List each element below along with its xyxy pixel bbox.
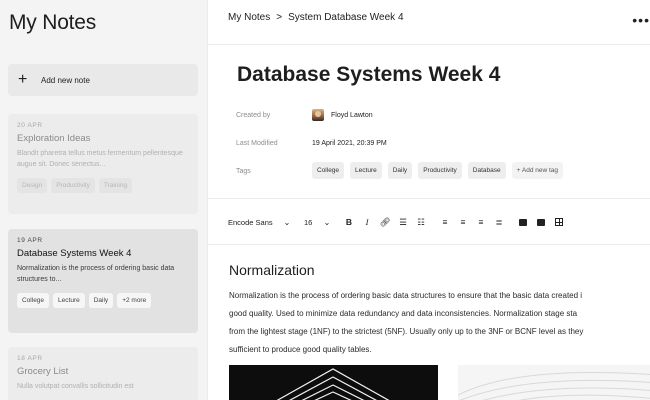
format-toolbar: Encode Sans ⌄ 16 ⌄ B I 🔗︎ ☰ ☷ ≡ ≡ ≡ ≣ — [228, 214, 572, 230]
breadcrumb-current: System Database Week 4 — [288, 12, 404, 23]
align-right-icon[interactable]: ≡ — [476, 215, 486, 229]
more-options-icon[interactable]: ••• — [632, 12, 650, 28]
sidebar: My Notes + Add new note 20 APR Explorati… — [0, 0, 208, 400]
page-title[interactable]: Database Systems Week 4 — [237, 63, 500, 87]
table-icon[interactable] — [554, 215, 564, 229]
note-tags: College Lecture Daily +2 more — [17, 293, 189, 308]
font-family-select[interactable]: Encode Sans — [228, 215, 280, 229]
add-note-button[interactable]: + Add new note — [8, 64, 198, 96]
note-excerpt: Normalization is the process of ordering… — [17, 265, 175, 283]
note-card-active[interactable]: 19 APR Database Systems Week 4 Normaliza… — [8, 229, 198, 333]
last-modified-label: Last Modified — [236, 140, 278, 147]
note-tag[interactable]: Lecture — [53, 293, 85, 308]
tag-chip[interactable]: Lecture — [350, 162, 382, 179]
tag-chip[interactable]: Database — [467, 162, 506, 179]
divider — [208, 198, 650, 199]
note-date: 18 APR — [17, 355, 43, 362]
note-tag[interactable]: Productivity — [51, 178, 95, 193]
author-name: Floyd Lawton — [331, 111, 373, 119]
justify-icon[interactable]: ≣ — [494, 215, 504, 229]
numbered-list-icon[interactable]: ☷ — [416, 215, 426, 229]
note-editor: My Notes > System Database Week 4 ••• Da… — [208, 0, 650, 400]
paragraph-line: from the lightest stage (1NF) to the str… — [229, 327, 584, 336]
chevron-down-icon[interactable]: ⌄ — [280, 215, 294, 229]
created-by-label: Created by — [236, 112, 271, 119]
italic-icon[interactable]: I — [362, 215, 372, 229]
image-icon[interactable] — [518, 215, 528, 229]
add-note-label: Add new note — [41, 75, 90, 85]
bullet-list-icon[interactable]: ☰ — [398, 215, 408, 229]
breadcrumb: My Notes > System Database Week 4 — [228, 12, 404, 23]
note-tag[interactable]: College — [17, 293, 50, 308]
align-left-icon[interactable]: ≡ — [440, 215, 450, 229]
align-center-icon[interactable]: ≡ — [458, 215, 468, 229]
note-date: 19 APR — [17, 237, 43, 244]
embedded-image-dark[interactable] — [229, 365, 438, 400]
tag-chip[interactable]: Productivity — [418, 162, 462, 179]
divider — [208, 44, 650, 45]
chevron-down-icon[interactable]: ⌄ — [320, 215, 334, 229]
font-size-select[interactable]: 16 — [304, 215, 320, 229]
embedded-image-light[interactable] — [458, 365, 650, 400]
note-title: Database Systems Week 4 — [17, 248, 132, 259]
sidebar-title: My Notes — [9, 11, 97, 34]
note-tags: Design Productivity Training — [17, 178, 189, 193]
note-title: Grocery List — [17, 366, 69, 377]
body-paragraph[interactable]: Normalization is the process of ordering… — [229, 287, 650, 359]
note-excerpt: Blandit pharetra tellus metus fermentum … — [17, 150, 183, 168]
note-card[interactable]: 20 APR Exploration Ideas Blandit pharetr… — [8, 114, 198, 214]
link-icon[interactable]: 🔗︎ — [380, 215, 391, 229]
note-date: 20 APR — [17, 122, 43, 129]
note-tag[interactable]: Design — [17, 178, 48, 193]
section-heading[interactable]: Normalization — [229, 262, 315, 278]
paragraph-line: Normalization is the process of ordering… — [229, 291, 583, 300]
created-by-value: Floyd Lawton — [312, 109, 373, 121]
add-tag-button[interactable]: + Add new tag — [511, 162, 564, 179]
chevron-right-icon: > — [276, 12, 283, 23]
tag-chip[interactable]: Daily — [387, 162, 413, 179]
note-tag-more[interactable]: +2 more — [117, 293, 152, 308]
paragraph-line: sufficient to produce good quality table… — [229, 345, 372, 354]
tag-list: College Lecture Daily Productivity Datab… — [312, 162, 564, 179]
breadcrumb-root[interactable]: My Notes — [228, 12, 270, 23]
paragraph-line: good quality. Used to minimize data redu… — [229, 309, 578, 318]
bold-icon[interactable]: B — [344, 215, 354, 229]
plus-icon: + — [18, 71, 28, 88]
tags-label: Tags — [236, 168, 251, 175]
avatar — [312, 109, 324, 121]
video-icon[interactable] — [536, 215, 546, 229]
last-modified-value: 19 April 2021, 20:39 PM — [312, 140, 387, 147]
divider — [208, 244, 650, 245]
tag-chip[interactable]: College — [312, 162, 345, 179]
note-tag[interactable]: Training — [98, 178, 133, 193]
note-tag[interactable]: Daily — [88, 293, 114, 308]
note-excerpt: Nulla volutpat convallis sollicitudin es… — [17, 383, 134, 390]
note-title: Exploration Ideas — [17, 133, 91, 144]
note-card[interactable]: 18 APR Grocery List Nulla volutpat conva… — [8, 347, 198, 400]
